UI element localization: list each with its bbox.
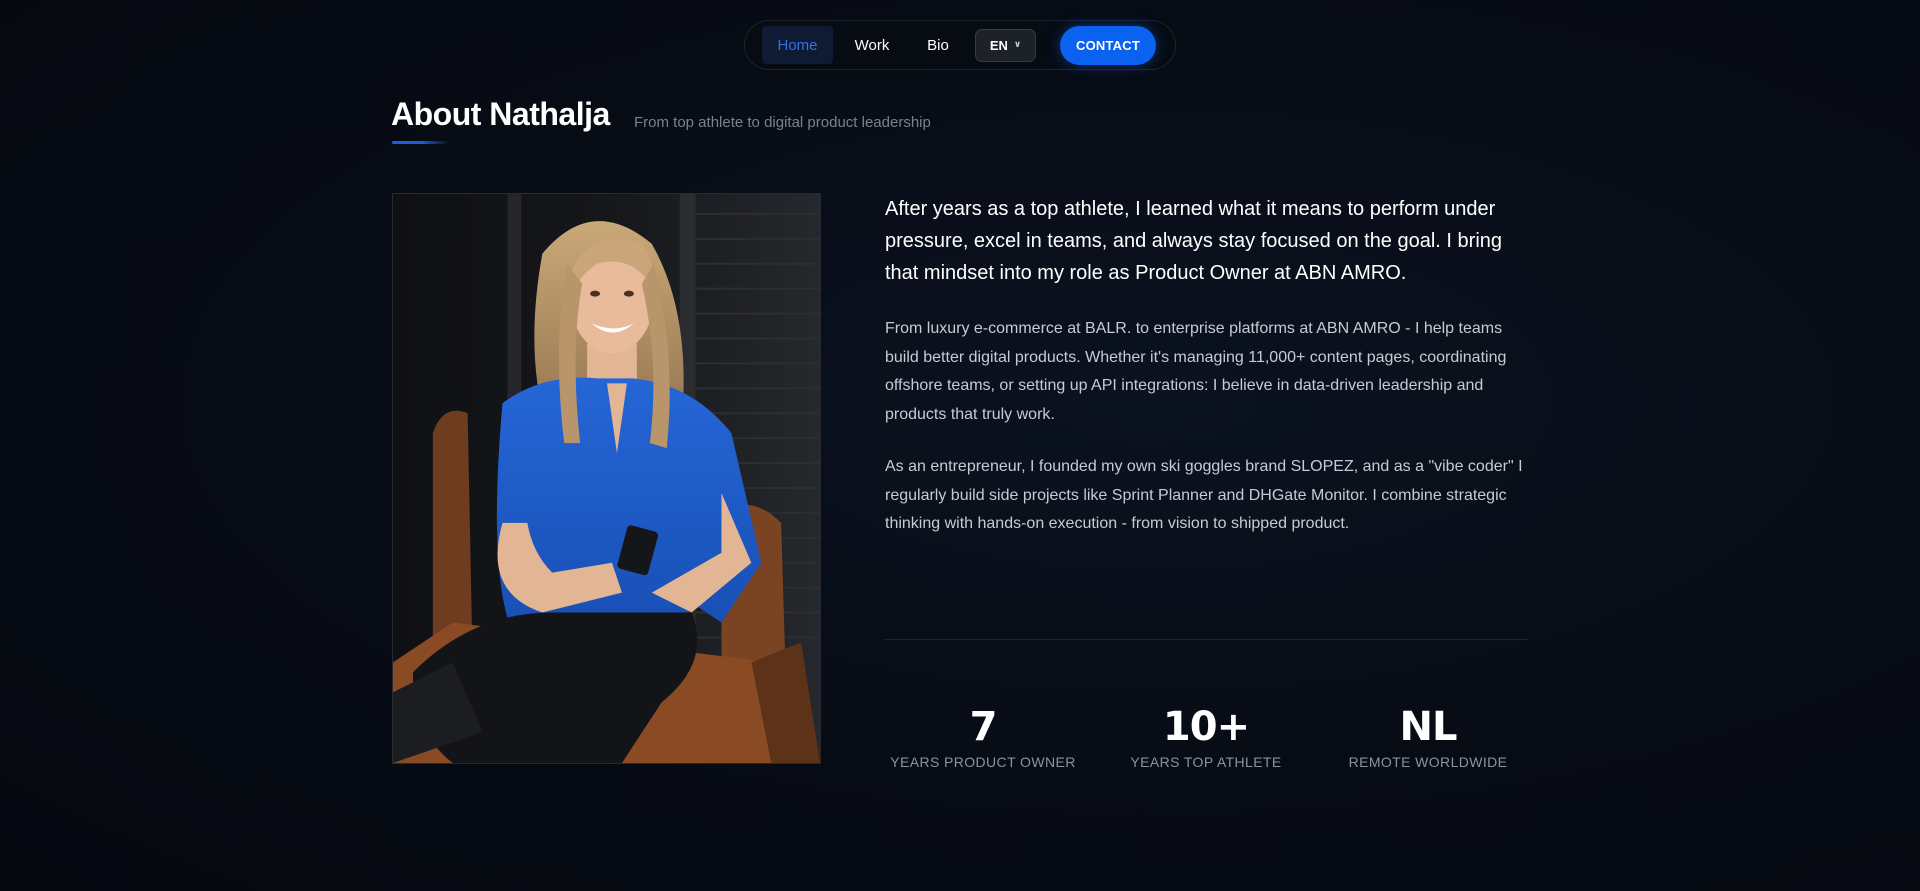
stat-years-top-athlete: 10+ YEARS TOP ATHLETE [1106, 700, 1306, 770]
stat-remote-worldwide: NL REMOTE WORLDWIDE [1328, 700, 1528, 770]
title-accent-underline [392, 141, 450, 144]
about-paragraph-2: As an entrepreneur, I founded my own ski… [885, 458, 1523, 532]
stat-label: YEARS TOP ATHLETE [1130, 754, 1282, 770]
stat-value: NL [1399, 704, 1458, 750]
language-selected: EN [989, 37, 1008, 53]
stat-value: 7 [969, 704, 998, 750]
about-paragraph-1: From luxury e-commerce at BALR. to enter… [885, 320, 1507, 423]
contact-button[interactable]: CONTACT [1060, 25, 1156, 65]
chevron-down-icon: ∨ [1013, 38, 1022, 49]
language-selector[interactable]: EN ∨ [975, 28, 1036, 62]
page-subtitle: From top athlete to digital product lead… [634, 114, 931, 131]
profile-photo-illustration [393, 194, 820, 763]
stat-label: YEARS PRODUCT OWNER [890, 754, 1076, 770]
nav-bio-link[interactable]: Bio [911, 26, 965, 64]
top-navigation: Home Work Bio EN ∨ CONTACT [744, 20, 1176, 70]
stat-label: REMOTE WORLDWIDE [1348, 754, 1508, 770]
stat-value: 10+ [1162, 704, 1250, 750]
about-lead-paragraph: After years as a top athlete, I learned … [885, 198, 1503, 284]
page-title: About Nathalja [391, 96, 610, 132]
nav-work-link[interactable]: Work [833, 26, 911, 64]
nav-home-link[interactable]: Home [762, 26, 833, 64]
profile-photo [392, 193, 821, 764]
section-divider [885, 639, 1528, 640]
stat-years-product-owner: 7 YEARS PRODUCT OWNER [883, 700, 1083, 770]
